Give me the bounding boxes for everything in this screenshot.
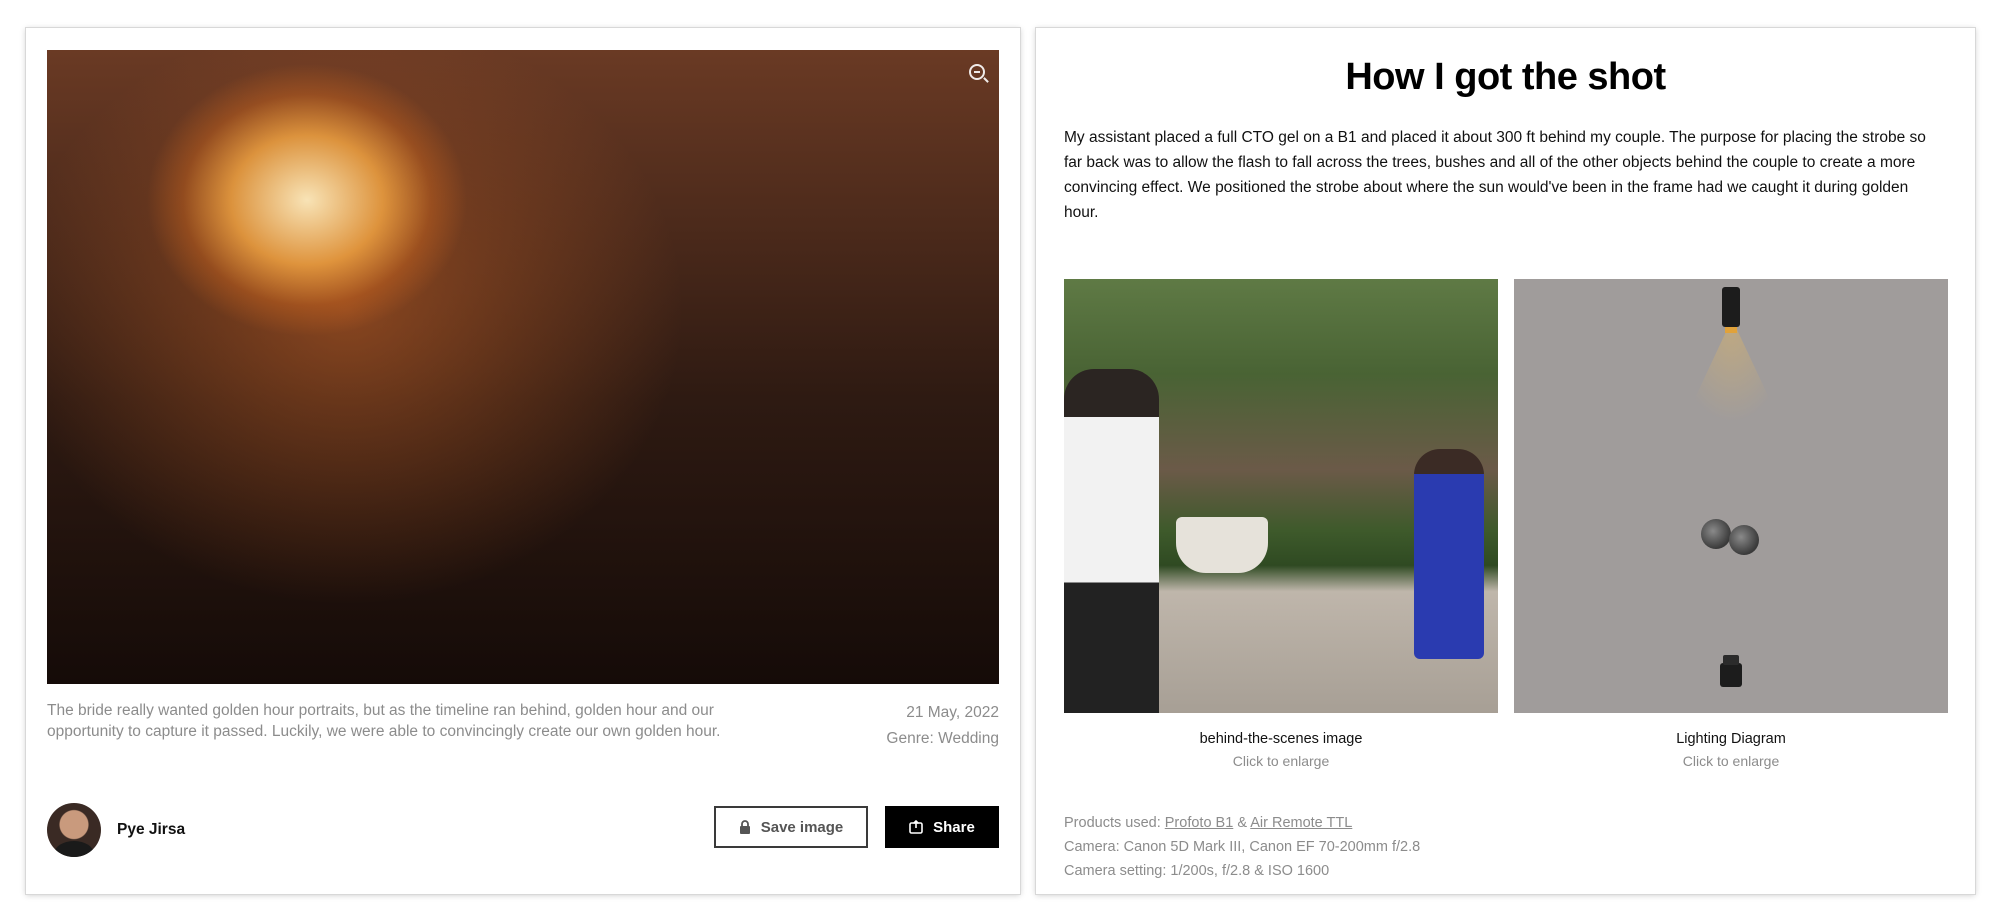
bts-enlarge-link[interactable]: Click to enlarge [1064,753,1498,769]
photographer-shape [1064,369,1159,713]
products-prefix: Products used: [1064,815,1161,831]
how-i-got-the-shot-card: How I got the shot My assistant placed a… [1036,28,1975,894]
author[interactable]: Pye Jirsa [47,803,185,857]
products-joiner: & [1237,815,1247,831]
gear-info: Products used: Profoto B1 & Air Remote T… [1064,811,1420,883]
product-link-air-remote[interactable]: Air Remote TTL [1250,815,1352,831]
couple-shape [1414,449,1484,659]
share-label: Share [933,818,975,836]
lighting-diagram-thumbnail[interactable] [1514,279,1948,713]
author-name[interactable]: Pye Jirsa [117,821,185,839]
save-image-label: Save image [760,818,844,836]
photo-card: The bride really wanted golden hour port… [26,28,1020,894]
couple-icon [1697,519,1765,555]
photo-meta: 21 May, 2022 Genre: Wedding [886,700,999,752]
behind-the-scenes-thumbnail[interactable] [1064,279,1498,713]
planter-shape [1176,517,1268,573]
lock-icon [739,820,751,834]
main-photo[interactable] [47,50,999,684]
light-cone-shape [1657,319,1807,479]
photo-date: 21 May, 2022 [906,704,999,721]
diagram-enlarge-link[interactable]: Click to enlarge [1514,753,1948,769]
diagram-label: Lighting Diagram [1676,731,1786,747]
share-icon [909,820,923,834]
photo-genre: Genre: Wedding [886,730,999,747]
bts-label: behind-the-scenes image [1199,731,1363,747]
product-link-profoto-b1[interactable]: Profoto B1 [1165,815,1234,831]
camera-line: Camera: Canon 5D Mark III, Canon EF 70-2… [1064,839,1421,855]
settings-line: Camera setting: 1/200s, f/2.8 & ISO 1600 [1064,863,1330,879]
products-line: Products used: Profoto B1 & Air Remote T… [1064,811,1420,835]
section-description: My assistant placed a full CTO gel on a … [1064,129,1926,221]
zoom-icon[interactable] [969,64,985,80]
section-title: How I got the shot [1345,56,1666,98]
avatar[interactable] [47,803,101,857]
photo-caption: The bride really wanted golden hour port… [47,702,721,740]
camera-icon [1720,655,1742,687]
save-image-button[interactable]: Save image [714,806,868,848]
strobe-icon [1722,287,1740,333]
share-button[interactable]: Share [885,806,999,848]
